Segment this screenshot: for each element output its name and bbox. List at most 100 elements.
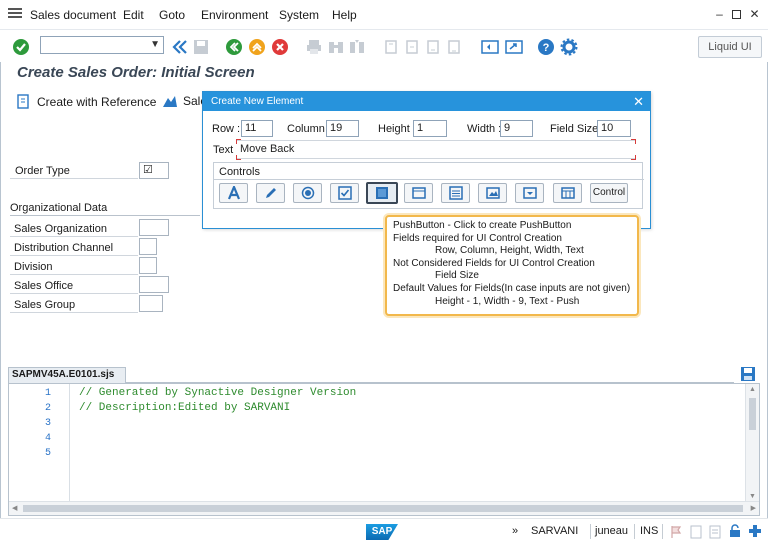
dropdown-control-button[interactable] <box>515 183 544 203</box>
order-type-input[interactable]: ☑ <box>139 162 169 179</box>
editor-save-icon[interactable] <box>740 366 758 382</box>
text-input[interactable]: Move Back <box>237 140 635 159</box>
row-input[interactable]: 11 <box>241 120 273 137</box>
text-control-button[interactable] <box>219 183 248 203</box>
text-a-icon <box>227 186 240 200</box>
menu-sales-document[interactable]: Sales document <box>30 8 116 22</box>
menu-system[interactable]: System <box>279 8 319 22</box>
dialog-close-icon[interactable]: ✕ <box>633 92 644 111</box>
inputfield-control-button[interactable] <box>256 183 285 203</box>
save-icon <box>192 38 210 56</box>
sales-button[interactable]: Sale <box>162 94 207 108</box>
distribution-channel-input[interactable] <box>139 238 157 255</box>
control-button[interactable]: Control <box>590 183 628 203</box>
tooltip-line: Default Values for Fields(In case inputs… <box>393 282 631 294</box>
tooltip-line: Field Size <box>435 270 479 282</box>
menu-help[interactable]: Help <box>332 8 357 22</box>
sales-office-input[interactable] <box>139 276 169 293</box>
pushbutton-control-button[interactable] <box>366 182 398 204</box>
maximize-icon[interactable] <box>732 10 741 19</box>
sales-organization-input[interactable] <box>139 219 169 236</box>
field-size-input[interactable]: 10 <box>597 120 631 137</box>
radiobutton-control-button[interactable] <box>293 183 322 203</box>
status-server: juneau <box>595 525 629 537</box>
print-icon <box>305 38 323 56</box>
close-window-icon[interactable]: ✕ <box>749 8 760 20</box>
vertical-scrollbar[interactable]: ▲ ▼ <box>745 384 759 502</box>
line-number: 5 <box>44 448 51 459</box>
editor-tab[interactable]: SAPMV45A.E0101.sjs <box>8 367 126 383</box>
tooltip-line: Height - 1, Width - 9, Text - Push <box>435 295 580 307</box>
liquid-ui-button[interactable]: Liquid UI <box>698 36 762 58</box>
scroll-right-icon[interactable]: ▶ <box>751 504 756 512</box>
minimize-icon[interactable]: – <box>714 8 725 20</box>
table-control-button[interactable] <box>553 183 582 203</box>
chevron-down-icon[interactable]: ▼ <box>150 39 160 50</box>
dialog-header: Create New Element ✕ <box>203 92 650 111</box>
lock-icon[interactable] <box>728 524 742 541</box>
sales-organization-label: Sales Organization <box>14 223 107 235</box>
tooltip-line: PushButton - Click to create PushButton <box>393 220 572 231</box>
status-separator <box>590 524 591 539</box>
sales-office-label: Sales Office <box>14 280 74 292</box>
order-type-check-icon: ☑ <box>143 164 153 176</box>
help-icon[interactable]: ? <box>537 38 555 56</box>
tooltip-line: Row, Column, Height, Width, Text <box>435 245 584 257</box>
menu-edit[interactable]: Edit <box>123 8 144 22</box>
height-label: Height : <box>378 123 416 135</box>
exit-icon[interactable] <box>248 38 266 56</box>
vertical-scroll-thumb[interactable] <box>749 398 756 430</box>
cancel-icon[interactable] <box>271 38 289 56</box>
division-input[interactable] <box>139 257 157 274</box>
tooltip-line: Not Considered Fields for UI Control Cre… <box>393 257 595 269</box>
menu-goto[interactable]: Goto <box>159 8 185 22</box>
back-icon[interactable] <box>225 38 243 56</box>
order-type-label: Order Type <box>15 165 70 177</box>
sap-menu-icon[interactable] <box>8 8 22 20</box>
status-expand-icon[interactable]: » <box>512 525 518 537</box>
horizontal-scroll-thumb[interactable] <box>23 505 743 512</box>
code-line: // Description:Edited by SARVANI <box>79 402 291 414</box>
dialog-title: Create New Element <box>211 96 304 107</box>
create-new-element-dialog: Create New Element ✕ Row : 11 Column : 1… <box>202 91 651 229</box>
row-label: Row : <box>212 123 241 135</box>
height-input[interactable]: 1 <box>413 120 447 137</box>
checkbox-control-button[interactable] <box>330 183 359 203</box>
organizational-data-title: Organizational Data <box>10 202 108 214</box>
script-editor[interactable]: 1 2 3 4 5 // Generated by Synactive Desi… <box>8 383 760 516</box>
image-control-button[interactable] <box>478 183 507 203</box>
width-input[interactable]: 9 <box>500 120 533 137</box>
status-user: SARVANI <box>531 525 579 537</box>
status-separator <box>634 524 635 539</box>
sales-group-input[interactable] <box>139 295 163 312</box>
code-line: // Generated by Synactive Designer Versi… <box>79 387 357 399</box>
next-page-icon <box>424 38 442 56</box>
sales-icon <box>163 96 177 107</box>
find-icon <box>327 38 345 56</box>
checkbox-icon <box>337 186 352 200</box>
menu-bar: Sales document Edit Goto Environment Sys… <box>0 0 768 30</box>
field-underline <box>10 236 138 237</box>
new-session-icon[interactable] <box>481 38 499 56</box>
column-input[interactable]: 19 <box>326 120 359 137</box>
shortcut-icon[interactable] <box>505 38 523 56</box>
required-marker <box>236 139 241 144</box>
menu-environment[interactable]: Environment <box>201 8 268 22</box>
field-underline <box>10 293 138 294</box>
scroll-up-icon[interactable]: ▲ <box>749 386 756 393</box>
create-with-reference-button[interactable]: Create with Reference <box>16 94 156 110</box>
status-settings-icon[interactable] <box>748 524 762 541</box>
line-number: 2 <box>44 403 51 414</box>
scroll-left-icon[interactable]: ◀ <box>12 504 17 512</box>
tooltip-line: Fields required for UI Control Creation <box>393 232 562 244</box>
scroll-down-icon[interactable]: ▼ <box>749 493 756 500</box>
command-field[interactable]: ▼ <box>40 36 164 54</box>
enter-icon[interactable] <box>12 38 30 56</box>
groupbox-control-button[interactable] <box>404 183 433 203</box>
settings-icon[interactable] <box>560 38 578 56</box>
status-document-icon <box>690 525 702 542</box>
horizontal-scrollbar[interactable]: ◀ ▶ <box>9 501 759 515</box>
listbox-control-button[interactable] <box>441 183 470 203</box>
pencil-icon <box>265 188 276 198</box>
back-chevron-icon[interactable] <box>171 38 189 56</box>
